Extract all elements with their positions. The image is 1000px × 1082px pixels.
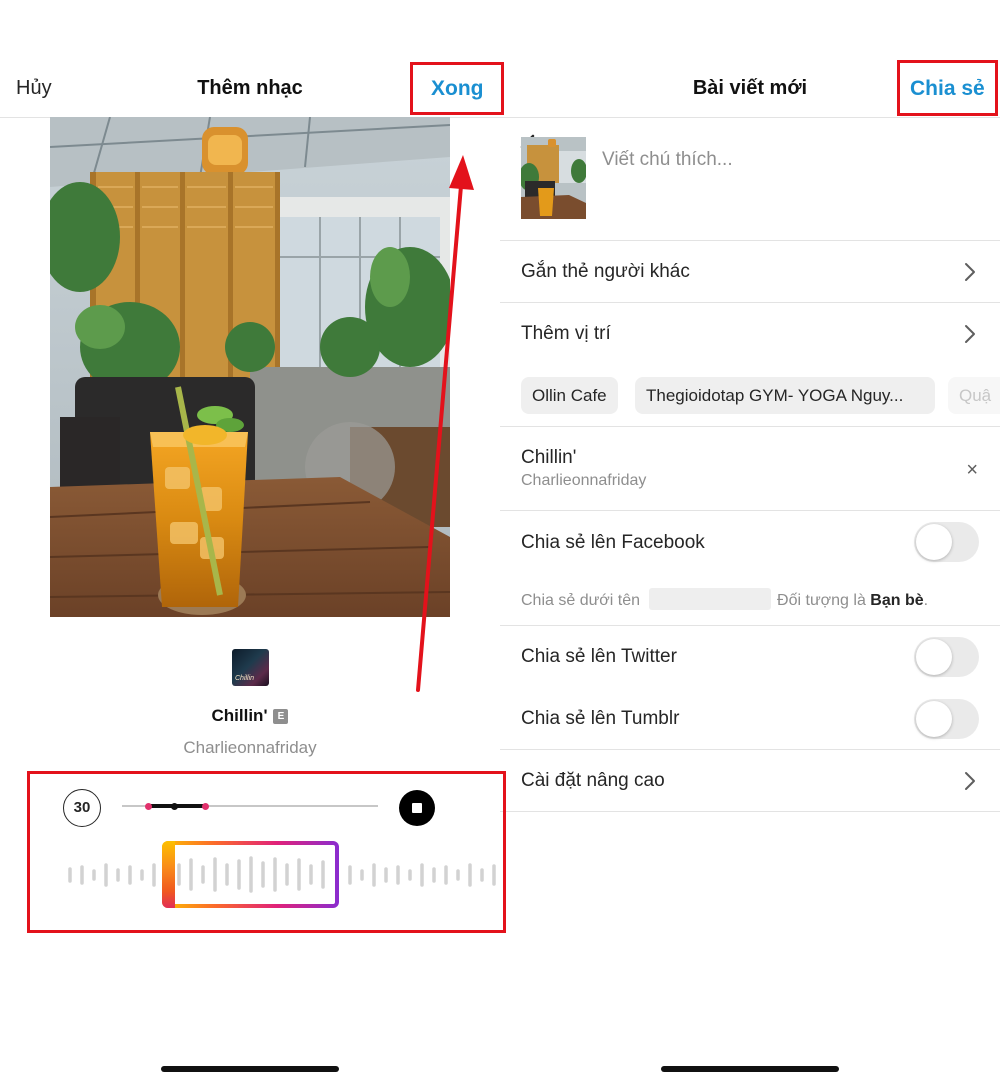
arrow-annotation [416,155,474,692]
